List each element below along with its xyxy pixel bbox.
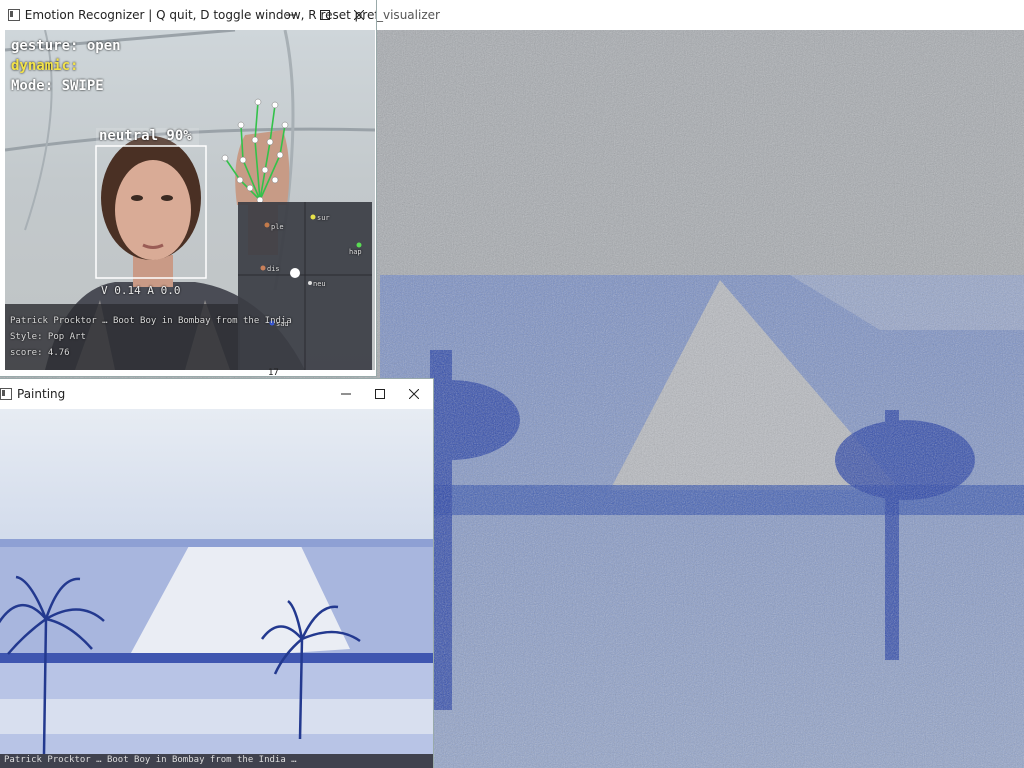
minimize-icon	[286, 14, 296, 16]
wheel-label: ple	[271, 223, 284, 231]
emotion-recognizer-window: Emotion Recognizer | Q quit, D toggle wi…	[0, 0, 376, 378]
painting-window: Painting Patrick Procktor … Boot Boy in …	[0, 379, 433, 768]
wheel-label: sad	[276, 320, 289, 328]
valence-arousal-readout: V 0.14 A 0.0	[101, 284, 181, 297]
maximize-button[interactable]	[363, 379, 397, 409]
painting-info-line1: Patrick Procktor … Boot Boy in Bombay fr…	[10, 316, 292, 326]
maximize-button[interactable]	[308, 0, 342, 30]
emotion-titlebar[interactable]: Emotion Recognizer | Q quit, D toggle wi…	[0, 0, 376, 30]
wheel-label: dis	[267, 265, 280, 273]
gesture-label: gesture: open	[11, 38, 121, 54]
minimize-button[interactable]	[274, 0, 308, 30]
face-emotion-label: neutral 90%	[99, 128, 192, 144]
minimize-icon	[341, 393, 351, 395]
painting-title: Painting	[17, 387, 66, 401]
painting-titlebar[interactable]: Painting	[0, 379, 433, 409]
painting-image	[0, 409, 433, 768]
app-window-icon	[0, 388, 12, 400]
painting-caption: Patrick Procktor … Boot Boy in Bombay fr…	[4, 755, 297, 765]
painting-canvas: Patrick Procktor … Boot Boy in Bombay fr…	[0, 409, 433, 768]
close-button[interactable]	[397, 379, 431, 409]
webcam-feed: gesture: open dynamic: Mode: SWIPE neutr…	[5, 30, 375, 370]
close-button[interactable]	[342, 0, 376, 30]
current-emotion-marker	[290, 268, 300, 278]
close-icon	[409, 389, 419, 399]
score-label: score: 4.76	[10, 348, 70, 358]
visualizer-title: _visualizer	[377, 8, 440, 22]
wheel-label: sur	[317, 214, 330, 222]
wheel-label: neu	[313, 280, 326, 288]
minimize-button[interactable]	[329, 379, 363, 409]
bottom-tick-label: 17	[268, 368, 279, 378]
wheel-label: hap	[349, 248, 362, 256]
close-icon	[354, 10, 364, 20]
maximize-icon	[375, 389, 385, 399]
dynamic-label: dynamic:	[11, 58, 79, 74]
maximize-icon	[320, 10, 330, 20]
mode-label: Mode: SWIPE	[11, 78, 104, 94]
app-window-icon	[8, 9, 20, 21]
painting-info-line2: Style: Pop Art	[10, 332, 86, 342]
